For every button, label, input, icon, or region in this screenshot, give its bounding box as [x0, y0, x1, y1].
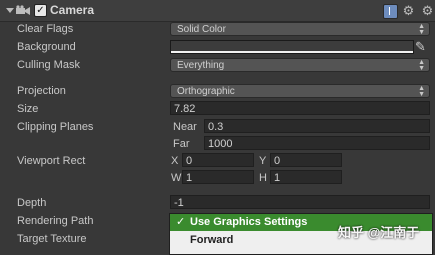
- checkmark-icon: ✓: [176, 216, 186, 228]
- clear-flags-label: Clear Flags: [17, 23, 74, 35]
- target-texture-label: Target Texture: [17, 233, 87, 245]
- near-field[interactable]: 0.3: [204, 119, 430, 133]
- camera-inspector: ✓ Camera ⚙ ⚙ Clear Flags Solid Color ▲ ▼ …: [0, 0, 435, 255]
- depth-label: Depth: [17, 197, 47, 209]
- viewport-x-field[interactable]: 0: [182, 153, 254, 167]
- projection-label: Projection: [17, 85, 66, 97]
- eyedropper-icon[interactable]: ✎: [415, 39, 426, 55]
- viewport-h-label: H: [259, 172, 267, 184]
- help-book-icon[interactable]: [383, 4, 398, 19]
- updown-arrow-icon: ▲ ▼: [418, 59, 425, 72]
- near-label: Near: [173, 121, 197, 133]
- fold-arrow-icon[interactable]: [6, 8, 14, 13]
- rendering-path-label: Rendering Path: [17, 215, 94, 227]
- clear-flags-dropdown[interactable]: Solid Color ▲ ▼: [170, 22, 430, 36]
- culling-mask-label: Culling Mask: [17, 59, 80, 71]
- updown-arrow-icon: ▲ ▼: [418, 85, 425, 98]
- component-title: Camera: [50, 3, 95, 17]
- projection-value: Orthographic: [177, 86, 235, 97]
- option-label: Use Graphics Settings: [190, 216, 308, 228]
- viewport-y-label: Y: [259, 155, 267, 167]
- size-field[interactable]: 7.82: [170, 101, 430, 115]
- depth-field[interactable]: -1: [170, 195, 430, 209]
- settings-gear-icon[interactable]: ⚙: [402, 4, 415, 17]
- clear-flags-value: Solid Color: [177, 24, 226, 35]
- size-label: Size: [17, 103, 39, 115]
- clipping-planes-label: Clipping Planes: [17, 121, 94, 133]
- background-label: Background: [17, 41, 76, 53]
- far-label: Far: [173, 138, 190, 150]
- updown-arrow-icon: ▲ ▼: [418, 23, 425, 36]
- watermark-text: 知乎 @江南于: [338, 225, 420, 240]
- viewport-w-field[interactable]: 1: [182, 170, 254, 184]
- culling-mask-value: Everything: [177, 60, 225, 71]
- viewport-x-label: X: [171, 155, 179, 167]
- camera-icon: [16, 5, 30, 15]
- viewport-y-field[interactable]: 0: [270, 153, 342, 167]
- enabled-checkbox[interactable]: ✓: [34, 4, 47, 17]
- culling-mask-dropdown[interactable]: Everything ▲ ▼: [170, 58, 430, 72]
- option-label: Forward: [190, 234, 234, 246]
- viewport-w-label: W: [171, 172, 182, 184]
- far-field[interactable]: 1000: [204, 136, 430, 150]
- background-color-field[interactable]: [170, 40, 414, 54]
- component-header: ✓ Camera ⚙ ⚙: [0, 0, 435, 22]
- viewport-rect-label: Viewport Rect: [17, 155, 86, 167]
- context-menu-gear-icon[interactable]: ⚙: [421, 4, 434, 17]
- projection-dropdown[interactable]: Orthographic ▲ ▼: [170, 84, 430, 98]
- viewport-h-field[interactable]: 1: [270, 170, 342, 184]
